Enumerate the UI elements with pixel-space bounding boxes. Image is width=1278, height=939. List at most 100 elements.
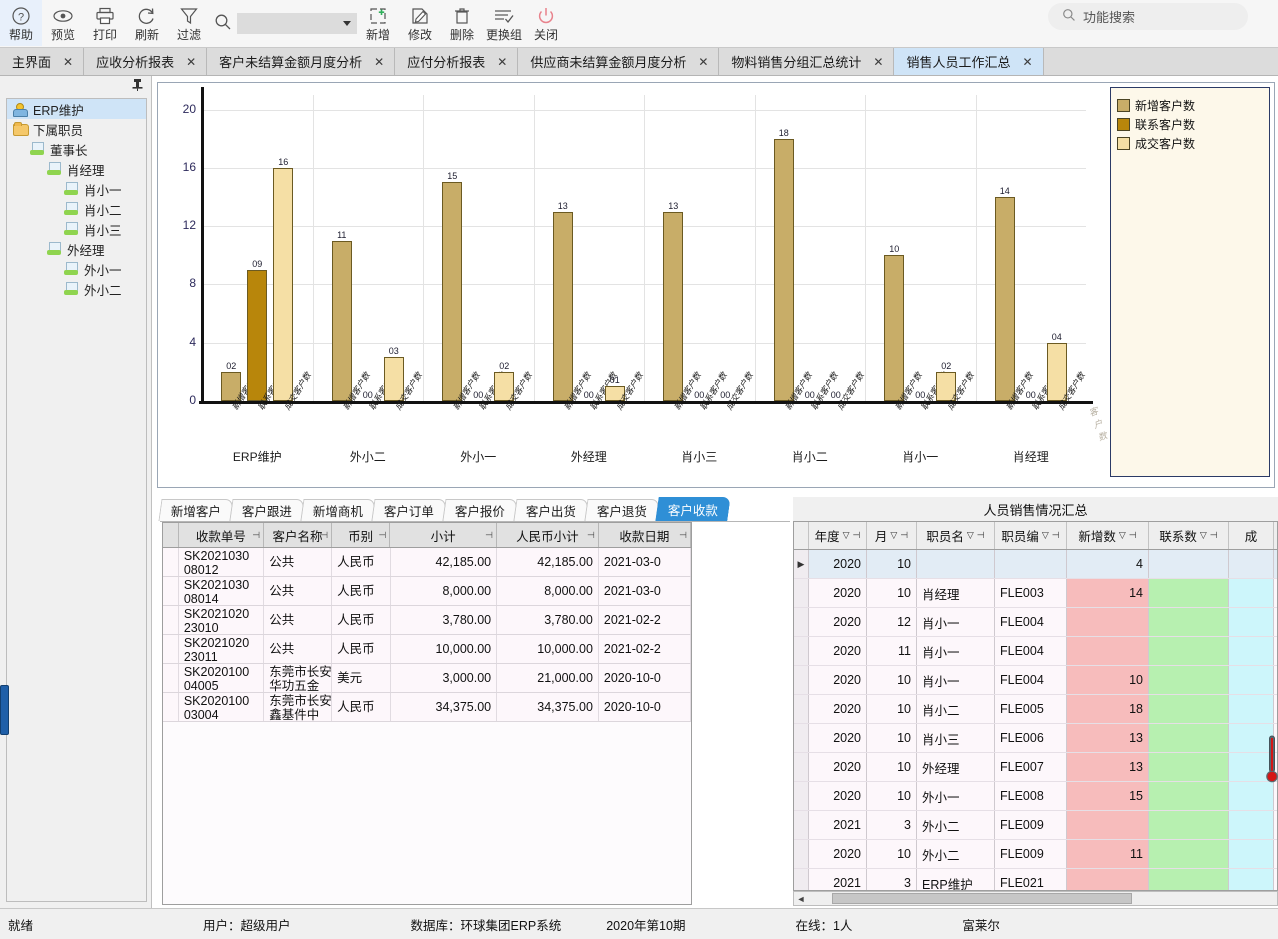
- toolbar-button-help[interactable]: ? 帮助: [0, 0, 42, 46]
- receipt-col-header-客户名称[interactable]: 客户名称 ⊣: [264, 523, 333, 547]
- close-icon[interactable]: ✕: [698, 55, 708, 69]
- filter-funnel-icon[interactable]: ▽: [1119, 530, 1126, 541]
- toolbar-button-refresh[interactable]: 刷新: [126, 0, 168, 46]
- document-tab[interactable]: 客户未结算金额月度分析 ✕: [207, 48, 396, 75]
- table-row[interactable]: 2020 10 肖小二 FLE005 18: [794, 695, 1277, 724]
- column-pin-icon[interactable]: ⊣: [900, 530, 908, 541]
- receipt-grid-body[interactable]: SK2021030 08012 公共 人民币 42,185.00 42,185.00 202…: [163, 548, 691, 722]
- personnel-col-header-职员编[interactable]: 职员编 ▽ ⊣: [995, 522, 1067, 549]
- table-row[interactable]: 2020 10 肖小三 FLE006 13: [794, 724, 1277, 753]
- personnel-col-header-新增数[interactable]: 新增数 ▽ ⊣: [1067, 522, 1149, 549]
- table-row[interactable]: 2020 10 外小一 FLE008 15: [794, 782, 1277, 811]
- scroll-left-arrow[interactable]: ◄: [794, 894, 808, 904]
- close-icon[interactable]: ✕: [1022, 55, 1032, 69]
- personnel-col-header-年度[interactable]: 年度 ▽ ⊣: [809, 522, 867, 549]
- toolbar-button-power-close[interactable]: 关闭: [525, 0, 567, 46]
- column-pin-icon[interactable]: ⊣: [378, 530, 386, 541]
- detail-tab-客户出货[interactable]: 客户出货: [513, 499, 589, 521]
- table-row[interactable]: SK2021020 23011 公共 人民币 10,000.00 10,000.00 202…: [163, 635, 691, 664]
- column-pin-icon[interactable]: ⊣: [853, 530, 861, 541]
- tree-node-外小二[interactable]: 外小二: [7, 279, 146, 299]
- tree-node-肖小一[interactable]: 肖小一: [7, 179, 146, 199]
- hscroll-thumb[interactable]: [832, 893, 1132, 904]
- customer-receipt-grid[interactable]: 收款单号 ⊣ 客户名称 ⊣ 币别 ⊣ 小计 ⊣ 人民币小计 ⊣ 收款日期 ⊣ SK2021030 080…: [162, 522, 692, 905]
- personnel-sales-grid[interactable]: 年度 ▽ ⊣ 月 ▽ ⊣ 职员名 ▽ ⊣ 职员编 ▽ ⊣ 新增数 ▽ ⊣ 联系数 ▽ ⊣ 成 ▶ 2020 10 4 202…: [793, 521, 1278, 891]
- column-pin-icon[interactable]: ⊣: [485, 530, 493, 541]
- table-row[interactable]: 2021 3 外小二 FLE009: [794, 811, 1277, 840]
- filter-funnel-icon[interactable]: ▽: [1200, 530, 1207, 541]
- table-row[interactable]: 2020 10 外经理 FLE007 13: [794, 753, 1277, 782]
- close-icon[interactable]: ✕: [497, 55, 507, 69]
- receipt-col-header-收款单号[interactable]: 收款单号 ⊣: [179, 523, 265, 547]
- receipt-col-header-小计[interactable]: 小计 ⊣: [390, 523, 497, 547]
- tree-node-下属职员[interactable]: 下属职员: [7, 119, 146, 139]
- personnel-col-header-联系数[interactable]: 联系数 ▽ ⊣: [1149, 522, 1229, 549]
- personnel-col-header-成[interactable]: 成: [1229, 522, 1274, 549]
- table-row[interactable]: 2021 3 ERP维护 FLE021: [794, 869, 1277, 890]
- table-row[interactable]: 2020 12 肖小一 FLE004: [794, 608, 1277, 637]
- table-row[interactable]: ▶ 2020 10 4: [794, 550, 1277, 579]
- toolbar-button-add-plus[interactable]: 新增: [357, 0, 399, 46]
- detail-tab-新增商机[interactable]: 新增商机: [300, 499, 376, 521]
- personnel-col-header-职员名[interactable]: 职员名 ▽ ⊣: [917, 522, 995, 549]
- detail-tab-客户收款[interactable]: 客户收款: [655, 497, 731, 521]
- filter-funnel-icon[interactable]: ▽: [890, 530, 897, 541]
- table-row[interactable]: SK2021030 08012 公共 人民币 42,185.00 42,185.00 202…: [163, 548, 691, 577]
- column-pin-icon[interactable]: ⊣: [320, 530, 328, 541]
- tree-node-外小一[interactable]: 外小一: [7, 259, 146, 279]
- table-row[interactable]: 2020 10 肖经理 FLE003 14: [794, 579, 1277, 608]
- filter-funnel-icon[interactable]: ▽: [1042, 530, 1049, 541]
- search-combo-box[interactable]: [237, 12, 357, 34]
- toolbar-button-switch-group[interactable]: 更换组: [483, 0, 525, 46]
- column-pin-icon[interactable]: ⊣: [679, 530, 687, 541]
- receipt-col-header-人民币小计[interactable]: 人民币小计 ⊣: [497, 523, 599, 547]
- personnel-grid-hscrollbar[interactable]: ◄: [793, 891, 1278, 906]
- detail-tab-客户跟进[interactable]: 客户跟进: [229, 499, 305, 521]
- close-icon[interactable]: ✕: [374, 55, 384, 69]
- left-edge-splitter-handle[interactable]: [0, 685, 9, 735]
- filter-funnel-icon[interactable]: ▽: [967, 530, 974, 541]
- detail-tab-客户报价[interactable]: 客户报价: [442, 499, 518, 521]
- toolbar-button-preview-eye[interactable]: 预览: [42, 0, 84, 46]
- filter-funnel-icon[interactable]: ▽: [843, 530, 850, 541]
- toolbar-button-filter-funnel[interactable]: 过滤: [168, 0, 210, 46]
- table-row[interactable]: 2020 10 肖小一 FLE004 10: [794, 666, 1277, 695]
- table-row[interactable]: SK2020100 03004 东莞市长安 鑫基件中 人民币 34,375.00 34,37…: [163, 693, 691, 722]
- tree-node-肖小二[interactable]: 肖小二: [7, 199, 146, 219]
- employee-tree[interactable]: ERP维护 下属职员 董事长 肖经理 肖小一 肖小二 肖小三 外经理 外小一 外小二: [6, 98, 147, 902]
- tree-node-外经理[interactable]: 外经理: [7, 239, 146, 259]
- pin-icon[interactable]: [132, 78, 143, 94]
- document-tab[interactable]: 应收分析报表 ✕: [84, 48, 208, 75]
- column-pin-icon[interactable]: ⊣: [1052, 530, 1060, 541]
- column-pin-icon[interactable]: ⊣: [252, 530, 260, 541]
- toolbar-button-delete-trash[interactable]: 删除: [441, 0, 483, 46]
- close-icon[interactable]: ✕: [186, 55, 196, 69]
- toolbar-button-edit-pencil[interactable]: 修改: [399, 0, 441, 46]
- table-row[interactable]: SK2021030 08014 公共 人民币 8,000.00 8,000.00 2021-…: [163, 577, 691, 606]
- detail-tab-客户订单[interactable]: 客户订单: [371, 499, 447, 521]
- receipt-col-header-币别[interactable]: 币别 ⊣: [332, 523, 391, 547]
- close-icon[interactable]: ✕: [63, 55, 73, 69]
- personnel-col-header-月[interactable]: 月 ▽ ⊣: [867, 522, 917, 549]
- table-row[interactable]: 2020 11 肖小一 FLE004: [794, 637, 1277, 666]
- column-pin-icon[interactable]: ⊣: [977, 530, 985, 541]
- document-tab[interactable]: 物料销售分组汇总统计 ✕: [719, 48, 895, 75]
- receipt-col-header-收款日期[interactable]: 收款日期 ⊣: [599, 523, 691, 547]
- tree-node-肖经理[interactable]: 肖经理: [7, 159, 146, 179]
- table-row[interactable]: SK2021020 23010 公共 人民币 3,780.00 3,780.00 2021-…: [163, 606, 691, 635]
- function-search-box[interactable]: 功能搜索: [1048, 3, 1248, 30]
- tree-node-ERP维护[interactable]: ERP维护: [7, 99, 146, 119]
- document-tab[interactable]: 主界面 ✕: [0, 48, 85, 75]
- document-tab[interactable]: 应付分析报表 ✕: [395, 48, 519, 75]
- column-pin-icon[interactable]: ⊣: [587, 530, 595, 541]
- column-pin-icon[interactable]: ⊣: [1210, 530, 1218, 541]
- close-icon[interactable]: ✕: [873, 55, 883, 69]
- personnel-grid-body[interactable]: ▶ 2020 10 4 2020 10 肖经理 FLE003 14 2020 12 肖小一 FLE004…: [794, 550, 1277, 890]
- document-tab[interactable]: 销售人员工作汇总 ✕: [894, 48, 1044, 75]
- table-row[interactable]: SK2020100 04005 东莞市长安 华功五金 美元 3,000.00 21,000.…: [163, 664, 691, 693]
- table-row[interactable]: 2020 10 外小二 FLE009 11: [794, 840, 1277, 869]
- tree-node-肖小三[interactable]: 肖小三: [7, 219, 146, 239]
- detail-tab-客户退货[interactable]: 客户退货: [584, 499, 660, 521]
- tree-node-董事长[interactable]: 董事长: [7, 139, 146, 159]
- column-pin-icon[interactable]: ⊣: [1129, 530, 1137, 541]
